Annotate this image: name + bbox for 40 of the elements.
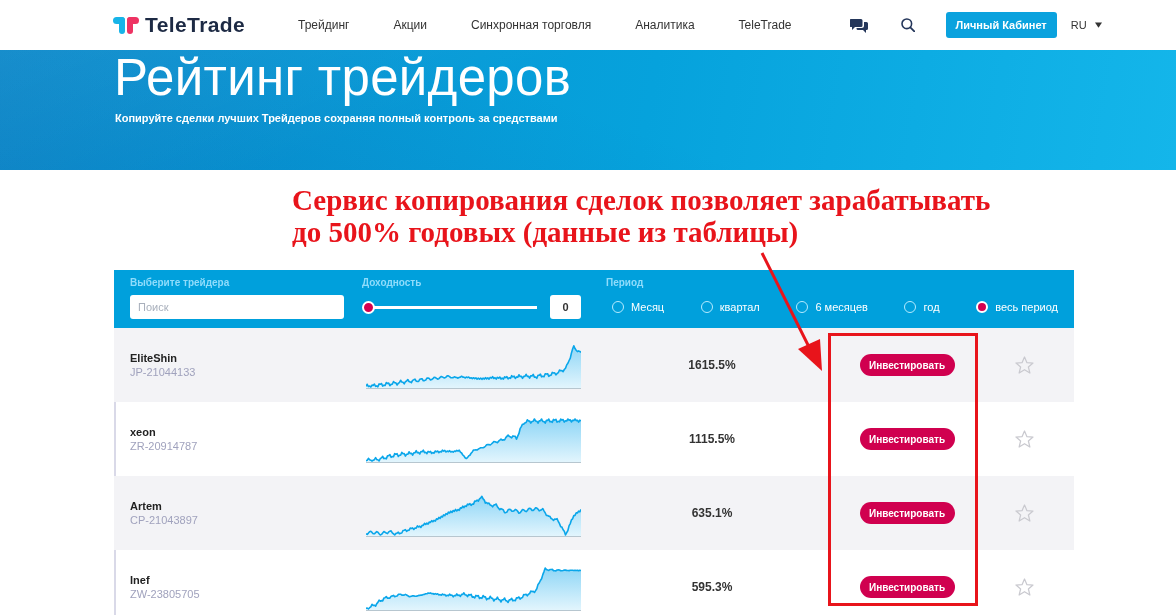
invest-button[interactable]: Инвестировать — [859, 502, 955, 524]
logo-text[interactable]: TeleTrade — [145, 13, 246, 37]
page-title: Рейтинг трейдеров — [114, 50, 572, 106]
star-icon[interactable] — [1015, 578, 1034, 596]
language-selector[interactable]: RU — [1070, 19, 1102, 31]
return-value: 1115.5% — [688, 432, 736, 446]
logo-icon — [113, 16, 139, 34]
filter-label: Доходность — [362, 276, 422, 290]
nav-link[interactable]: Трейдинг — [298, 18, 350, 32]
account-number: ZR-20914787 — [130, 440, 198, 452]
account-number: ZW-23805705 — [130, 588, 200, 600]
invest-button[interactable]: Инвестировать — [859, 576, 955, 598]
trader-name[interactable]: EliteShin — [130, 352, 178, 364]
filter-label: Выберите трейдера — [130, 276, 230, 290]
nav-link[interactable]: Синхронная торговля — [470, 18, 592, 32]
invest-button[interactable]: Инвестировать — [859, 428, 955, 450]
slider-thumb[interactable] — [362, 300, 375, 314]
account-number: CP-21043897 — [130, 514, 198, 526]
return-value: 1615.5% — [688, 358, 736, 372]
trader-name[interactable]: xeon — [130, 426, 156, 438]
search-icon[interactable] — [900, 18, 915, 32]
nav-link[interactable]: TeleTrade — [738, 18, 792, 32]
caret-icon — [1094, 22, 1102, 28]
page-subtitle: Копируйте сделки лучших Трейдеров сохраняя полный контроль за средствами — [115, 112, 558, 124]
yield-field[interactable]: 0 — [550, 295, 581, 319]
invest-button[interactable]: Инвестировать — [859, 354, 955, 376]
star-icon[interactable] — [1015, 504, 1034, 522]
nav-link[interactable]: Аналитика — [635, 18, 695, 32]
annotation-text: Сервис копирования сделок позволяет зарабатывать до 500% годовых (данные из таблицы) — [292, 183, 991, 248]
trader-name[interactable]: Inef — [130, 574, 150, 586]
return-value: 595.3% — [691, 580, 733, 594]
chat-icon[interactable] — [849, 17, 868, 33]
filter-label: Период — [606, 276, 644, 290]
search-field[interactable]: Поиск — [130, 295, 344, 319]
account-number: JP-21044133 — [130, 366, 196, 378]
nav-link[interactable]: Акции — [393, 18, 427, 32]
return-value: 635.1% — [691, 506, 733, 520]
star-icon[interactable] — [1015, 430, 1034, 448]
trader-name[interactable]: Artem — [130, 500, 162, 512]
star-icon[interactable] — [1015, 356, 1034, 374]
